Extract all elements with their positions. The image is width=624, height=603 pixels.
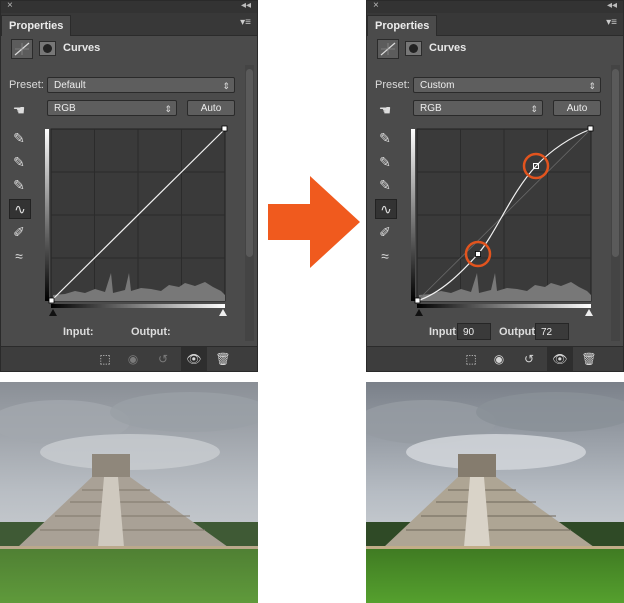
layer-mask-icon[interactable] bbox=[405, 41, 422, 56]
tab-row: Properties ▾≡ bbox=[1, 13, 257, 36]
tab-row: Properties ▾≡ bbox=[367, 13, 623, 36]
input-gradient-bar bbox=[51, 304, 225, 308]
input-value-field[interactable]: 90 bbox=[457, 323, 491, 340]
eyedropper-gray-icon[interactable]: ✎ bbox=[9, 153, 29, 171]
eyedropper-black-icon[interactable]: ✎ bbox=[375, 129, 395, 147]
curves-graph[interactable] bbox=[45, 123, 231, 319]
curves-graph[interactable] bbox=[411, 123, 597, 319]
input-gradient-bar bbox=[417, 304, 591, 308]
scrollbar-thumb[interactable] bbox=[612, 69, 619, 257]
channel-dropdown[interactable]: RGB bbox=[47, 100, 177, 117]
panel-menu-icon[interactable]: ▾≡ bbox=[606, 17, 617, 28]
white-slider bbox=[585, 309, 593, 316]
eyedropper-black-icon[interactable]: ✎ bbox=[9, 129, 29, 147]
black-point-handle bbox=[414, 297, 421, 304]
panel-titlebar: × ◂◂ bbox=[1, 1, 257, 13]
adjustment-title: Curves bbox=[63, 42, 101, 54]
white-point-handle bbox=[221, 125, 228, 132]
pyramid-photo-before bbox=[0, 382, 258, 603]
panel-footer: ⬚ ◉ ↺ 👁 🗑 bbox=[1, 346, 257, 371]
scrollbar-thumb[interactable] bbox=[246, 69, 253, 257]
black-point-handle bbox=[48, 297, 55, 304]
tab-properties[interactable]: Properties bbox=[1, 15, 72, 36]
properties-panel-after: × ◂◂ Properties ▾≡ Curves Preset: Custom… bbox=[366, 0, 624, 372]
view-previous-state-icon[interactable]: ◉ bbox=[125, 352, 141, 366]
output-value-field[interactable]: 72 bbox=[535, 323, 569, 340]
properties-panel-before: × ◂◂ Properties ▾≡ Curves Preset: Defaul… bbox=[0, 0, 258, 372]
visibility-eye-icon[interactable]: 👁 bbox=[547, 347, 573, 371]
white-slider bbox=[219, 309, 227, 316]
collapse-icon[interactable]: ◂◂ bbox=[607, 1, 617, 11]
pyramid-photo-after bbox=[366, 382, 624, 603]
preset-dropdown[interactable]: Custom bbox=[413, 77, 601, 94]
curves-adjustment-icon[interactable] bbox=[377, 39, 399, 59]
trash-icon[interactable]: 🗑 bbox=[215, 352, 231, 366]
black-slider bbox=[415, 309, 423, 316]
input-label: Input: bbox=[63, 326, 94, 338]
pencil-tool-icon[interactable]: ✐ bbox=[375, 223, 395, 241]
visibility-eye-icon[interactable]: 👁 bbox=[181, 347, 207, 371]
clip-to-layer-icon[interactable]: ⬚ bbox=[97, 352, 113, 366]
smooth-curve-icon[interactable]: ≈ bbox=[375, 247, 395, 265]
eyedropper-white-icon[interactable]: ✎ bbox=[9, 176, 29, 194]
arrow-right-icon bbox=[268, 176, 360, 273]
input-label: Input: bbox=[429, 326, 460, 338]
hand-tool-icon[interactable]: ☚ bbox=[9, 101, 29, 119]
output-gradient-bar bbox=[411, 129, 415, 301]
preset-dropdown[interactable]: Default bbox=[47, 77, 235, 94]
reset-icon[interactable]: ↺ bbox=[155, 352, 171, 366]
output-gradient-bar bbox=[45, 129, 49, 301]
black-slider bbox=[49, 309, 57, 316]
eyedropper-white-icon[interactable]: ✎ bbox=[375, 176, 395, 194]
smooth-curve-icon[interactable]: ≈ bbox=[9, 247, 29, 265]
output-label: Output: bbox=[499, 326, 539, 338]
auto-button[interactable]: Auto bbox=[553, 100, 601, 116]
white-point-handle bbox=[587, 125, 594, 132]
close-icon[interactable]: × bbox=[7, 1, 13, 11]
panel-titlebar: × ◂◂ bbox=[367, 1, 623, 13]
clip-to-layer-icon[interactable]: ⬚ bbox=[463, 352, 479, 366]
pencil-tool-icon[interactable]: ✐ bbox=[9, 223, 29, 241]
close-icon[interactable]: × bbox=[373, 1, 379, 11]
tab-properties[interactable]: Properties bbox=[367, 15, 438, 36]
view-previous-state-icon[interactable]: ◉ bbox=[491, 352, 507, 366]
trash-icon[interactable]: 🗑 bbox=[581, 352, 597, 366]
panel-menu-icon[interactable]: ▾≡ bbox=[240, 17, 251, 28]
auto-button[interactable]: Auto bbox=[187, 100, 235, 116]
preset-label: Preset: bbox=[375, 79, 410, 91]
panel-footer: ⬚ ◉ ↺ 👁 🗑 bbox=[367, 346, 623, 371]
eyedropper-gray-icon[interactable]: ✎ bbox=[375, 153, 395, 171]
active-curve-point bbox=[475, 251, 481, 257]
channel-dropdown[interactable]: RGB bbox=[413, 100, 543, 117]
curves-adjustment-icon[interactable] bbox=[11, 39, 33, 59]
collapse-icon[interactable]: ◂◂ bbox=[241, 1, 251, 11]
layer-mask-icon[interactable] bbox=[39, 41, 56, 56]
preset-label: Preset: bbox=[9, 79, 44, 91]
curve-point-tool-icon[interactable]: ∿ bbox=[9, 199, 31, 219]
reset-icon[interactable]: ↺ bbox=[521, 352, 537, 366]
adjustment-title: Curves bbox=[429, 42, 467, 54]
curve-point-tool-icon[interactable]: ∿ bbox=[375, 199, 397, 219]
hand-tool-icon[interactable]: ☚ bbox=[375, 101, 395, 119]
output-label: Output: bbox=[131, 326, 171, 338]
